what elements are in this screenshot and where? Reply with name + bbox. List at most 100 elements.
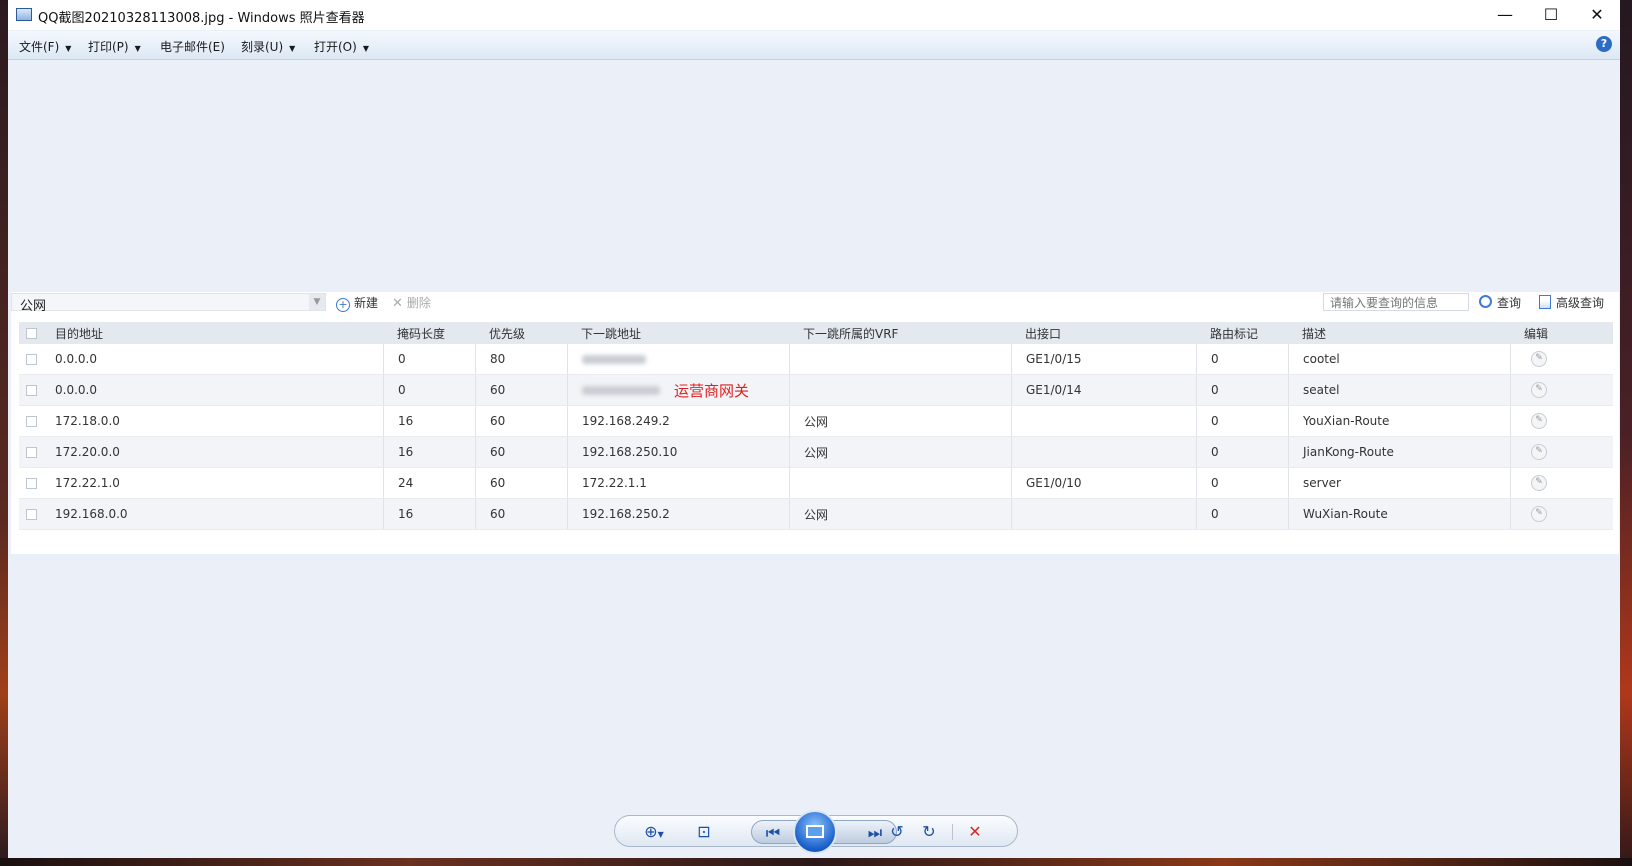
cell-vrf	[789, 344, 1011, 374]
cell-mask: 16	[383, 499, 475, 529]
row-checkbox	[26, 384, 37, 396]
help-icon[interactable]: ?	[1596, 36, 1612, 52]
previous-icon[interactable]: ⏮	[762, 823, 784, 843]
select-all-checkbox-cell	[19, 322, 55, 344]
row-checkbox-cell	[19, 406, 55, 436]
cell-mask: 0	[383, 375, 475, 405]
delete-icon[interactable]: ✕	[965, 822, 985, 842]
menu-file-label: 文件(F)	[19, 40, 60, 54]
menu-burn[interactable]: 刻录(U) ▼	[241, 38, 295, 55]
cell-mask: 24	[383, 468, 475, 498]
search-button: 查询	[1479, 294, 1521, 311]
select-all-checkbox	[26, 327, 37, 339]
cell-mask: 0	[383, 344, 475, 374]
menu-email[interactable]: 电子邮件(E)	[160, 38, 225, 55]
cell-dest: 172.18.0.0	[55, 414, 120, 428]
cell-mask: 16	[383, 406, 475, 436]
menu-file[interactable]: 文件(F) ▼	[19, 38, 71, 55]
rotate-left-icon[interactable]: ↺	[887, 822, 907, 842]
zoom-icon[interactable]: ⊕▼	[637, 822, 671, 842]
header-vrf: 下一跳所属的VRF	[803, 326, 899, 341]
slideshow-icon	[806, 825, 824, 838]
header-iface: 出接口	[1025, 326, 1062, 341]
cell-edit: ✎	[1510, 406, 1555, 436]
table-row: 0.0.0.0 0 60 运营商网关 GE1/0/14 0 seatel ✎	[19, 375, 1613, 406]
chevron-down-icon: ▼	[134, 44, 141, 53]
menu-open[interactable]: 打开(O) ▼	[314, 38, 369, 55]
cell-priority: 60	[475, 499, 567, 529]
chevron-down-icon: ▼	[289, 44, 296, 53]
cell-dest: 0.0.0.0	[55, 383, 97, 397]
cell-tag: 0	[1196, 468, 1288, 498]
vrf-select-value: 公网	[20, 299, 47, 314]
edit-pencil-icon: ✎	[1531, 506, 1547, 522]
minimize-button[interactable]: —	[1482, 0, 1528, 30]
header-tag: 路由标记	[1210, 326, 1259, 341]
rotate-right-icon[interactable]: ↻	[919, 822, 939, 842]
table-row: 0.0.0.0 0 80 GE1/0/15 0 cootel ✎	[19, 344, 1613, 375]
delete-button-label: 删除	[406, 296, 431, 310]
search-input	[1323, 293, 1469, 311]
maximize-button[interactable]: ☐	[1528, 0, 1574, 30]
cell-nexthop-redacted	[567, 344, 789, 374]
table-row: 192.168.0.0 16 60 192.168.250.2 公网 0 WuX…	[19, 499, 1613, 530]
cell-dest: 192.168.0.0	[55, 507, 128, 521]
row-checkbox	[26, 508, 37, 520]
plus-circle-icon: +	[336, 298, 350, 312]
cell-desc: cootel	[1288, 344, 1510, 374]
edit-pencil-icon: ✎	[1531, 413, 1547, 429]
viewer-controls-bar: ⊕▼ ⊡ ⏮ ⏭ ↺ ↻ ✕	[8, 800, 1620, 858]
cell-tag: 0	[1196, 406, 1288, 436]
cell-edit: ✎	[1510, 499, 1555, 529]
vrf-select: 公网 ▼	[11, 293, 326, 314]
chevron-down-icon: ▼	[65, 44, 72, 53]
cell-vrf	[789, 375, 1011, 405]
cell-iface	[1011, 499, 1196, 529]
row-checkbox-cell	[19, 437, 55, 467]
cell-iface: GE1/0/15	[1011, 344, 1196, 374]
desktop-background-right	[1620, 0, 1632, 866]
menu-burn-label: 刻录(U)	[241, 40, 284, 54]
cell-iface	[1011, 437, 1196, 467]
cell-nexthop: 192.168.250.2	[567, 499, 789, 529]
advanced-search-label: 高级查询	[1556, 296, 1605, 310]
window-title: QQ截图20210328113008.jpg - Windows 照片查看器	[38, 11, 365, 26]
route-table: 目的地址 掩码长度 优先级 下一跳地址 下一跳所属的VRF 出接口 路由标记 描…	[19, 322, 1613, 530]
photo-viewer-app-icon	[16, 8, 32, 21]
redacted-address	[582, 385, 660, 395]
header-priority: 优先级	[489, 326, 526, 341]
menu-print[interactable]: 打印(P) ▼	[88, 38, 141, 55]
cell-tag: 0	[1196, 437, 1288, 467]
cell-edit: ✎	[1510, 468, 1555, 498]
cell-desc: JianKong-Route	[1288, 437, 1510, 467]
header-dest: 目的地址	[55, 326, 104, 341]
cell-desc: WuXian-Route	[1288, 499, 1510, 529]
row-checkbox-cell	[19, 499, 55, 529]
title-bar[interactable]: QQ截图20210328113008.jpg - Windows 照片查看器 —…	[8, 0, 1620, 30]
search-icon	[1479, 295, 1492, 308]
cell-dest: 172.22.1.0	[55, 476, 120, 490]
advanced-search-icon	[1539, 295, 1551, 309]
cell-priority: 60	[475, 437, 567, 467]
cell-vrf: 公网	[789, 406, 1011, 436]
table-header-row: 目的地址 掩码长度 优先级 下一跳地址 下一跳所属的VRF 出接口 路由标记 描…	[19, 322, 1613, 344]
cell-iface	[1011, 406, 1196, 436]
advanced-search-button: 高级查询	[1539, 294, 1604, 311]
annotation-isp-gateway: 运营商网关	[674, 381, 750, 400]
next-icon[interactable]: ⏭	[864, 823, 886, 843]
cell-priority: 60	[475, 406, 567, 436]
menu-email-label: 电子邮件(E)	[160, 40, 225, 54]
actual-size-icon[interactable]: ⊡	[693, 822, 715, 842]
cell-priority: 80	[475, 344, 567, 374]
cell-nexthop: 172.22.1.1	[567, 468, 789, 498]
edit-pencil-icon: ✎	[1531, 475, 1547, 491]
row-checkbox-cell	[19, 468, 55, 498]
cell-iface: GE1/0/14	[1011, 375, 1196, 405]
image-canvas: 公网 ▼ + 新建 ✕删除 查询 高级查询	[8, 60, 1620, 800]
redacted-address	[582, 354, 646, 364]
close-button[interactable]: ✕	[1574, 0, 1620, 30]
cell-mask: 16	[383, 437, 475, 467]
header-desc: 描述	[1302, 326, 1327, 341]
slideshow-button[interactable]	[793, 810, 837, 854]
delete-button: ✕ 删除	[392, 294, 431, 311]
